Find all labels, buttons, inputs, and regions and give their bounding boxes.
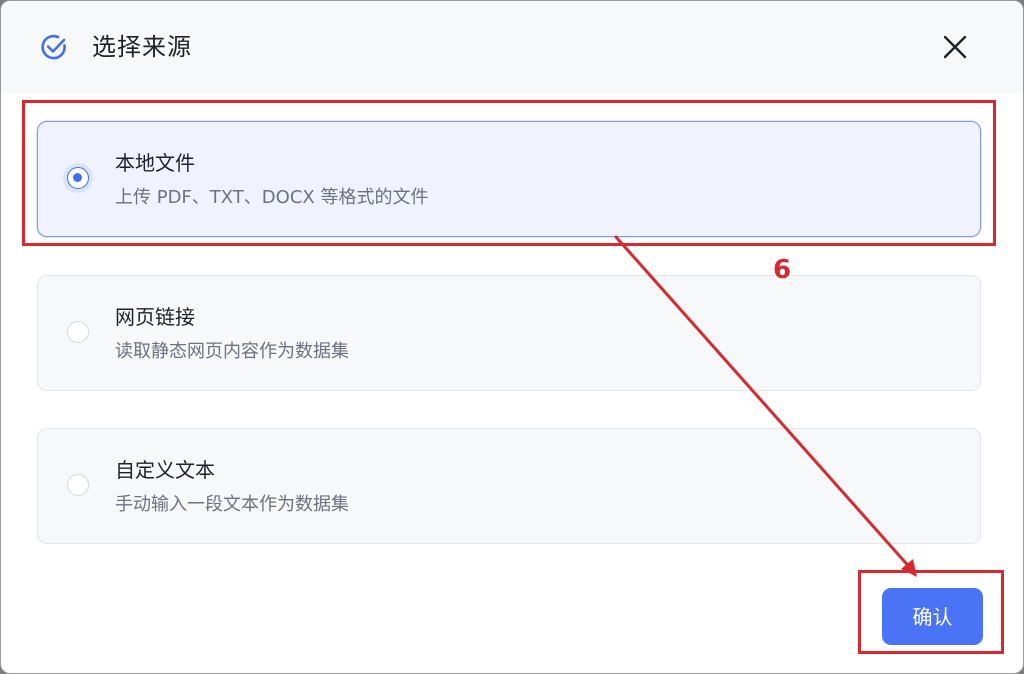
option-title: 自定义文本 <box>115 458 215 482</box>
option-description: 上传 PDF、TXT、DOCX 等格式的文件 <box>115 187 429 208</box>
option-custom-text[interactable]: 自定义文本 手动输入一段文本作为数据集 <box>37 428 981 544</box>
radio-dot <box>73 173 82 182</box>
dialog-title: 选择来源 <box>92 33 192 61</box>
radio-button[interactable] <box>67 167 89 189</box>
close-icon[interactable] <box>937 29 973 65</box>
dialog-header: 选择来源 <box>1 1 1023 93</box>
option-local-file[interactable]: 本地文件 上传 PDF、TXT、DOCX 等格式的文件 <box>37 121 981 237</box>
confirm-button[interactable]: 确认 <box>882 588 983 645</box>
radio-button[interactable] <box>67 474 89 496</box>
option-title: 网页链接 <box>115 305 195 329</box>
step-number-label: 6 <box>773 255 792 285</box>
check-circle-icon <box>41 34 66 60</box>
radio-button[interactable] <box>67 321 89 343</box>
option-title: 本地文件 <box>115 151 195 175</box>
option-description: 读取静态网页内容作为数据集 <box>115 341 349 362</box>
select-source-dialog: 选择来源 本地文件 上传 PDF、TXT、DOCX 等格式的文件 网页链接 读取… <box>0 0 1024 674</box>
option-web-link[interactable]: 网页链接 读取静态网页内容作为数据集 <box>37 275 981 391</box>
option-description: 手动输入一段文本作为数据集 <box>115 494 349 515</box>
